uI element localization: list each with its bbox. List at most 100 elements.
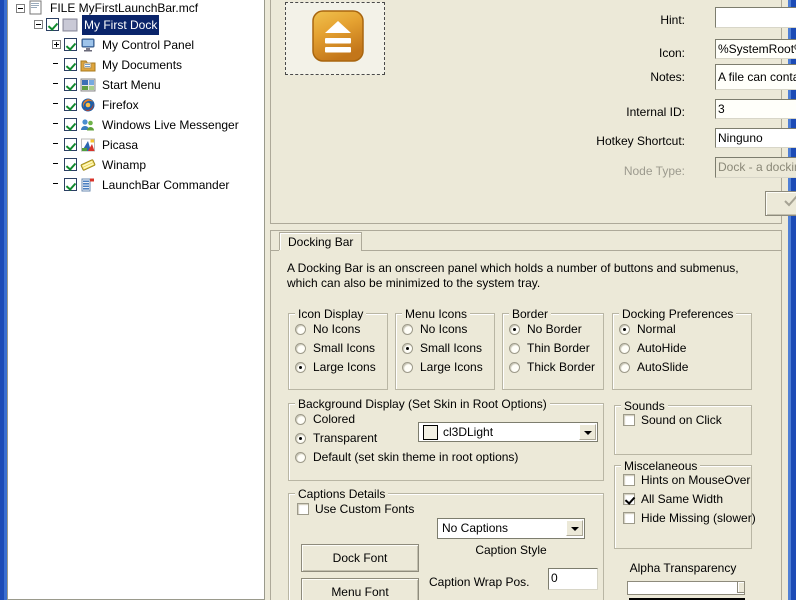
checkbox-label: Use Custom Fonts: [315, 502, 415, 516]
caption-wrap-input[interactable]: 0: [548, 568, 598, 590]
tree-item-winamp[interactable]: Winamp: [8, 154, 264, 174]
checkbox-use-custom-fonts[interactable]: Use Custom Fonts: [295, 500, 603, 519]
picasa-icon: [80, 137, 96, 153]
radio-menu-icons-large-icons[interactable]: Large Icons: [400, 358, 494, 377]
control-panel-icon: [80, 37, 96, 53]
tree-checkbox[interactable]: [64, 118, 77, 132]
dock-font-button[interactable]: Dock Font: [301, 544, 419, 572]
tree-checkbox[interactable]: [64, 98, 77, 112]
radio-dot-icon: [619, 343, 630, 354]
tree-item-launchbar-commander[interactable]: LaunchBar Commander: [8, 174, 264, 194]
radio-icon-display-small-icons[interactable]: Small Icons: [293, 339, 387, 358]
checkbox-box-icon: [297, 503, 309, 515]
notes-label: Notes:: [650, 70, 685, 84]
messenger-icon: [80, 117, 96, 133]
launchbar-commander-icon: [80, 177, 96, 193]
checkbox-hints-on-mouseover[interactable]: Hints on MouseOver: [621, 471, 751, 490]
radio-dot-icon: [402, 343, 413, 354]
tree-checkbox[interactable]: [64, 58, 77, 72]
alpha-transparency-slider[interactable]: [627, 581, 745, 595]
radio-dot-icon: [402, 324, 413, 335]
tree-item-my-documents[interactable]: My Documents: [8, 54, 264, 74]
radio-background-default[interactable]: Default (set skin theme in root options): [293, 448, 603, 467]
radio-label: No Icons: [420, 322, 468, 336]
border-title: Border: [509, 307, 552, 321]
combo-arrow-icon[interactable]: [579, 424, 596, 440]
tree-checkbox[interactable]: [46, 18, 59, 32]
background-display-group: Background Display (Set Skin in Root Opt…: [288, 397, 604, 481]
checkbox-all-same-width[interactable]: All Same Width: [621, 490, 751, 509]
tree-item-label: My First Dock: [82, 14, 160, 35]
slider-thumb[interactable]: [737, 581, 745, 593]
docking-bar-description: A Docking Bar is an onscreen panel which…: [287, 261, 739, 290]
expander-icon[interactable]: [34, 20, 43, 30]
radio-border-no-border[interactable]: No Border: [507, 320, 603, 339]
winamp-icon: [80, 157, 96, 173]
tree-item-label: Firefox: [102, 97, 139, 112]
tab-docking-bar[interactable]: Docking Bar: [279, 232, 363, 251]
tree-item-label: Winamp: [102, 157, 147, 172]
sounds-group: Sounds Sound on Click: [614, 399, 752, 455]
checkbox-hide-missing[interactable]: Hide Missing (slower): [621, 509, 756, 528]
collapse-expander-icon[interactable]: [16, 3, 25, 13]
tree-checkbox[interactable]: [64, 138, 77, 152]
tree-item-label: My Control Panel: [102, 37, 195, 52]
node-tree[interactable]: FILE MyFirstLaunchBar.mcf My First Dock …: [8, 0, 264, 194]
caption-style-combo[interactable]: No Captions: [437, 518, 585, 539]
icon-display-group: Icon Display No Icons Small Icons Large …: [288, 307, 388, 390]
alpha-transparency-label: Alpha Transparency: [629, 561, 737, 575]
notes-input[interactable]: A file can contain multiple Docks. A Doc…: [715, 64, 796, 90]
radio-docking-autohide[interactable]: AutoHide: [617, 339, 751, 358]
radio-border-thin-border[interactable]: Thin Border: [507, 339, 603, 358]
radio-menu-icons-small-icons[interactable]: Small Icons: [400, 339, 494, 358]
tree-checkbox[interactable]: [64, 38, 77, 52]
tree-item-my-control-panel[interactable]: My Control Panel: [8, 34, 264, 54]
save-changes-button[interactable]: Save Changes: [765, 191, 796, 216]
dock-icon: [62, 17, 78, 33]
no-expander: [52, 80, 61, 89]
radio-label: No Border: [527, 322, 582, 336]
radio-label: AutoSlide: [637, 360, 689, 374]
tree-item-my-first-dock[interactable]: My First Dock: [8, 14, 264, 35]
icon-path-input[interactable]: %SystemRoot%\system32\SHELL3: [715, 39, 796, 59]
combo-arrow-icon[interactable]: [566, 520, 583, 536]
radio-menu-icons-no-icons[interactable]: No Icons: [400, 320, 494, 339]
radio-label: Default (set skin theme in root options): [313, 450, 519, 464]
tree-checkbox[interactable]: [64, 78, 77, 92]
radio-docking-normal[interactable]: Normal: [617, 320, 751, 339]
no-expander: [52, 160, 61, 169]
docking-preferences-group: Docking Preferences Normal AutoHide Auto…: [612, 307, 752, 390]
radio-icon-display-no-icons[interactable]: No Icons: [293, 320, 387, 339]
hotkey-input[interactable]: Ninguno: [715, 128, 796, 148]
internal-id-input[interactable]: 3: [715, 99, 796, 119]
tree-checkbox[interactable]: [64, 158, 77, 172]
dock-font-label: Dock Font: [332, 551, 388, 565]
tab-strip[interactable]: Docking Bar: [271, 231, 781, 251]
skin-color-combo[interactable]: cl3DLight: [418, 422, 598, 442]
tree-item-firefox[interactable]: Firefox: [8, 94, 264, 114]
tree-item-label: Start Menu: [102, 77, 161, 92]
radio-border-thick-border[interactable]: Thick Border: [507, 358, 603, 377]
node-tree-panel[interactable]: FILE MyFirstLaunchBar.mcf My First Dock …: [7, 0, 265, 600]
node-type-select[interactable]: Dock - a docking bar or tray icon: [715, 157, 796, 178]
radio-icon-display-large-icons[interactable]: Large Icons: [293, 358, 387, 377]
icon-preview-box[interactable]: [285, 2, 385, 75]
checkbox-sound-on-click[interactable]: Sound on Click: [621, 411, 751, 430]
tree-checkbox[interactable]: [64, 178, 77, 192]
radio-label: Thin Border: [527, 341, 590, 355]
checkbox-label: Hints on MouseOver: [641, 473, 751, 487]
radio-label: Thick Border: [527, 360, 596, 374]
node-type-label: Node Type:: [623, 164, 685, 178]
radio-docking-autoslide[interactable]: AutoSlide: [617, 358, 751, 377]
tree-item-picasa[interactable]: Picasa: [8, 134, 264, 154]
tree-root-item[interactable]: FILE MyFirstLaunchBar.mcf: [8, 0, 264, 15]
menu-font-button[interactable]: Menu Font: [301, 578, 419, 600]
expand-expander-icon[interactable]: [52, 40, 61, 50]
hint-input[interactable]: [715, 7, 796, 28]
tree-item-label: LaunchBar Commander: [102, 177, 230, 192]
tree-item-windows-live-messenger[interactable]: Windows Live Messenger: [8, 114, 264, 134]
no-expander: [52, 60, 61, 69]
my-documents-icon: [80, 57, 96, 73]
tree-item-start-menu[interactable]: Start Menu: [8, 74, 264, 94]
radio-dot-icon: [619, 324, 630, 335]
